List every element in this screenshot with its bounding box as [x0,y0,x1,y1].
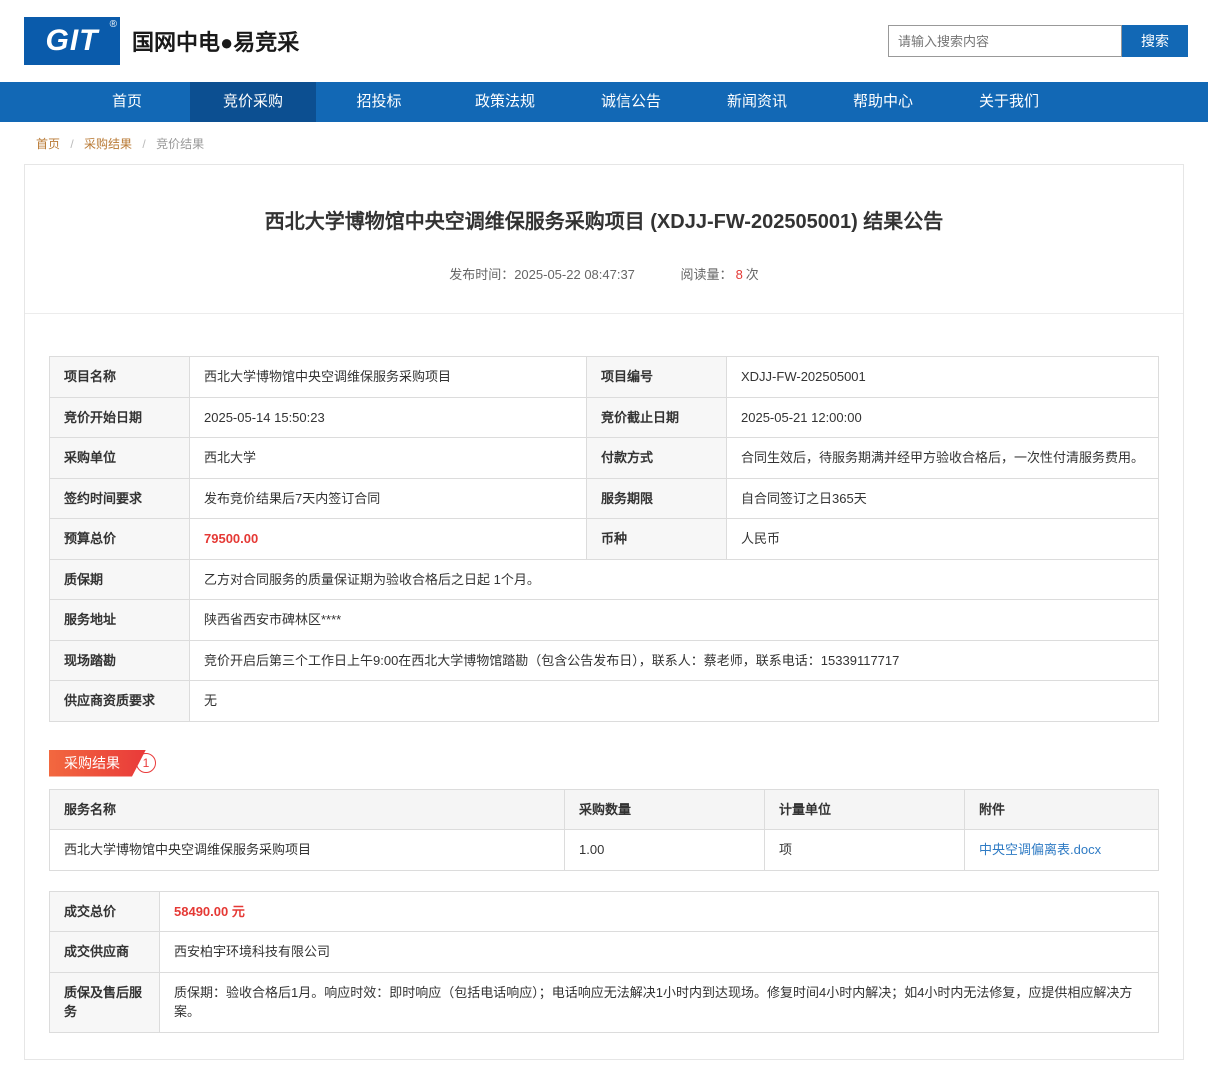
announcement-card: 西北大学博物馆中央空调维保服务采购项目 (XDJJ-FW-202505001) … [24,164,1184,1060]
quantity-value: 1.00 [565,830,765,871]
table-row: 供应商资质要求 无 [50,681,1159,722]
table-row: 采购单位 西北大学 付款方式 合同生效后，待服务期满并经甲方验收合格后，一次性付… [50,438,1159,479]
project-info-table: 项目名称 西北大学博物馆中央空调维保服务采购项目 项目编号 XDJJ-FW-20… [49,356,1159,722]
payment-value: 合同生效后，待服务期满并经甲方验收合格后，一次性付清服务费用。 [727,438,1159,479]
deal-total-value: 58490.00 元 [160,891,1159,932]
top-header: GIT ® 国网中电●易竞采 搜索 [0,0,1208,82]
table-row: 竞价开始日期 2025-05-14 15:50:23 竞价截止日期 2025-0… [50,397,1159,438]
winning-supplier-value: 西安柏宇环境科技有限公司 [160,932,1159,973]
table-row: 成交供应商 西安柏宇环境科技有限公司 [50,932,1159,973]
service-name-header: 服务名称 [50,789,565,830]
logo-wrap: GIT ® 国网中电●易竞采 [24,17,299,65]
nav-item-news[interactable]: 新闻资讯 [694,82,820,122]
winning-supplier-label: 成交供应商 [50,932,160,973]
sign-time-label: 签约时间要求 [50,478,190,519]
attachment-link[interactable]: 中央空调偏离表.docx [979,842,1101,857]
table-row: 现场踏勘 竞价开启后第三个工作日上午9:00在西北大学博物馆踏勘（包含公告发布日… [50,640,1159,681]
table-row: 服务地址 陕西省西安市碑林区**** [50,600,1159,641]
payment-label: 付款方式 [587,438,727,479]
nav-item-policies[interactable]: 政策法规 [442,82,568,122]
bidding-end-value: 2025-05-21 12:00:00 [727,397,1159,438]
git-logo[interactable]: GIT ® [24,17,120,65]
table-row: 西北大学博物馆中央空调维保服务采购项目 1.00 项 中央空调偏离表.docx [50,830,1159,871]
budget-value: 79500.00 [190,519,587,560]
breadcrumb-purchase-result-link[interactable]: 采购结果 [84,137,132,151]
site-survey-label: 现场踏勘 [50,640,190,681]
breadcrumb-home-link[interactable]: 首页 [36,137,60,151]
unit-header: 计量单位 [765,789,965,830]
buyer-value: 西北大学 [190,438,587,479]
site-title: 国网中电●易竞采 [132,25,299,57]
page-title: 西北大学博物馆中央空调维保服务采购项目 (XDJJ-FW-202505001) … [55,205,1153,234]
publish-time-label: 发布时间： [449,267,514,282]
search-input[interactable] [888,25,1122,57]
breadcrumb-separator: / [142,137,145,151]
currency-value: 人民币 [727,519,1159,560]
nav-item-help-center[interactable]: 帮助中心 [820,82,946,122]
search-button[interactable]: 搜索 [1122,25,1188,57]
quantity-header: 采购数量 [565,789,765,830]
service-period-value: 自合同签订之日365天 [727,478,1159,519]
table-header-row: 服务名称 采购数量 计量单位 附件 [50,789,1159,830]
logo-text: GIT [46,24,99,58]
result-badge-row: 采购结果 1 [49,750,1159,777]
after-sale-label: 质保及售后服务 [50,972,160,1032]
service-address-value: 陕西省西安市碑林区**** [190,600,1159,641]
bidding-start-value: 2025-05-14 15:50:23 [190,397,587,438]
warranty-value: 乙方对合同服务的质量保证期为验收合格后之日起 1个月。 [190,559,1159,600]
search-area: 搜索 [888,25,1188,57]
project-no-value: XDJJ-FW-202505001 [727,357,1159,398]
service-address-label: 服务地址 [50,600,190,641]
table-row: 质保期 乙方对合同服务的质量保证期为验收合格后之日起 1个月。 [50,559,1159,600]
site-survey-value: 竞价开启后第三个工作日上午9:00在西北大学博物馆踏勘（包含公告发布日），联系人… [190,640,1159,681]
qualification-label: 供应商资质要求 [50,681,190,722]
nav-item-tendering[interactable]: 招投标 [316,82,442,122]
purchase-result-table: 服务名称 采购数量 计量单位 附件 西北大学博物馆中央空调维保服务采购项目 1.… [49,789,1159,871]
nav-item-integrity-notice[interactable]: 诚信公告 [568,82,694,122]
buyer-label: 采购单位 [50,438,190,479]
sign-time-value: 发布竞价结果后7天内签订合同 [190,478,587,519]
deal-total-label: 成交总价 [50,891,160,932]
warranty-label: 质保期 [50,559,190,600]
service-period-label: 服务期限 [587,478,727,519]
views-unit: 次 [746,267,759,282]
views-count: 8 [736,267,743,282]
breadcrumb-current: 竞价结果 [156,137,204,151]
publish-time-value: 2025-05-22 08:47:37 [514,267,635,282]
project-name-value: 西北大学博物馆中央空调维保服务采购项目 [190,357,587,398]
article-header: 西北大学博物馆中央空调维保服务采购项目 (XDJJ-FW-202505001) … [25,165,1183,314]
project-name-label: 项目名称 [50,357,190,398]
main-nav: 首页 竞价采购 招投标 政策法规 诚信公告 新闻资讯 帮助中心 关于我们 [0,82,1208,122]
bidding-start-label: 竞价开始日期 [50,397,190,438]
attachment-header: 附件 [965,789,1159,830]
bidding-end-label: 竞价截止日期 [587,397,727,438]
unit-value: 项 [765,830,965,871]
logo-registered-mark: ® [110,19,117,30]
qualification-value: 无 [190,681,1159,722]
table-row: 成交总价 58490.00 元 [50,891,1159,932]
table-row: 预算总价 79500.00 币种 人民币 [50,519,1159,560]
service-name-value: 西北大学博物馆中央空调维保服务采购项目 [50,830,565,871]
nav-item-about-us[interactable]: 关于我们 [946,82,1072,122]
deal-summary-table: 成交总价 58490.00 元 成交供应商 西安柏宇环境科技有限公司 质保及售后… [49,891,1159,1033]
table-row: 项目名称 西北大学博物馆中央空调维保服务采购项目 项目编号 XDJJ-FW-20… [50,357,1159,398]
views-label: 阅读量： [681,267,733,282]
budget-label: 预算总价 [50,519,190,560]
table-row: 质保及售后服务 质保期：验收合格后1月。响应时效：即时响应（包括电话响应）；电话… [50,972,1159,1032]
nav-item-home[interactable]: 首页 [64,82,190,122]
article-meta: 发布时间：2025-05-22 08:47:37 阅读量：8次 [55,264,1153,283]
breadcrumb: 首页 / 采购结果 / 竞价结果 [0,122,1208,162]
project-no-label: 项目编号 [587,357,727,398]
table-row: 签约时间要求 发布竞价结果后7天内签订合同 服务期限 自合同签订之日365天 [50,478,1159,519]
nav-item-bidding-purchase[interactable]: 竞价采购 [190,82,316,122]
breadcrumb-separator: / [70,137,73,151]
after-sale-value: 质保期：验收合格后1月。响应时效：即时响应（包括电话响应）；电话响应无法解决1小… [160,972,1159,1032]
currency-label: 币种 [587,519,727,560]
purchase-result-badge: 采购结果 [49,750,146,777]
